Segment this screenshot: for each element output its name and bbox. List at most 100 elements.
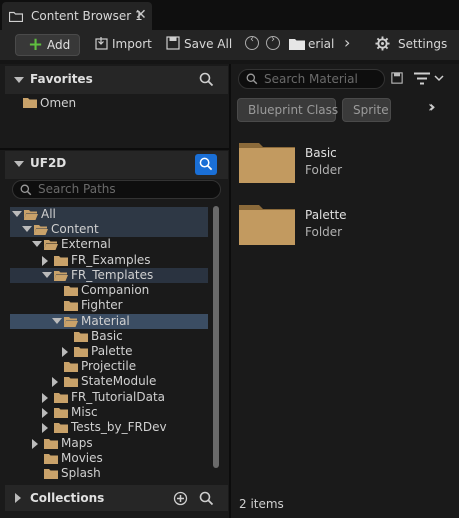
filter-chip-blueprint-class[interactable]: Blueprint Class: [237, 98, 339, 122]
asset-type: Folder: [305, 163, 343, 177]
folder-open-icon: [24, 210, 38, 220]
collapse-arrow-icon[interactable]: [12, 211, 22, 217]
folder-icon: [44, 469, 58, 479]
folder-icon: [64, 301, 78, 311]
search-icon[interactable]: [199, 491, 214, 506]
tree-item[interactable]: Content: [10, 222, 208, 237]
expand-arrow-icon[interactable]: [32, 439, 38, 449]
tree-item-label: Tests_by_FRDev: [71, 420, 167, 434]
folder-icon: [54, 408, 68, 418]
folder-open-icon: [64, 317, 78, 327]
tree-item[interactable]: Projectile: [10, 359, 208, 374]
tree-item-label: Basic: [91, 329, 123, 343]
tree-item[interactable]: Basic: [10, 329, 208, 344]
expand-arrow-icon[interactable]: [42, 423, 48, 433]
tree-item[interactable]: Splash: [10, 466, 208, 481]
filter-chip-sprite[interactable]: Sprite: [342, 98, 391, 122]
tree-item[interactable]: FR_TutorialData: [10, 390, 208, 405]
tree-item[interactable]: Misc: [10, 405, 208, 420]
tree-item-label: Movies: [61, 451, 103, 465]
gear-icon: [375, 36, 390, 51]
tree-item-label: Projectile: [81, 359, 137, 373]
expand-arrow-icon[interactable]: [15, 493, 21, 503]
expand-arrow-icon[interactable]: [42, 408, 48, 418]
folder-icon: [44, 454, 58, 464]
folder-icon: [74, 347, 88, 357]
expand-arrow-icon[interactable]: [42, 256, 48, 266]
asset-name: Palette: [305, 208, 347, 222]
folder-open-icon: [44, 240, 58, 250]
collapse-arrow-icon[interactable]: [22, 226, 32, 232]
tree-item[interactable]: Material: [10, 314, 208, 329]
filter-icon[interactable]: [414, 72, 430, 85]
folder-icon: [239, 205, 295, 245]
asset-name: Basic: [305, 146, 337, 160]
tree-item-label: Misc: [71, 405, 98, 419]
folder-icon: [64, 377, 78, 387]
folder-icon: [54, 256, 68, 266]
back-button[interactable]: ‹: [245, 34, 259, 50]
chevron-right-icon[interactable]: ›: [344, 33, 350, 52]
save-search-icon[interactable]: [391, 72, 403, 84]
folder-icon: [44, 439, 58, 449]
tree-item-label: FR_Examples: [71, 253, 151, 267]
tree-item[interactable]: FR_Templates: [10, 268, 208, 283]
tree-item-label: Fighter: [81, 298, 123, 312]
folder-icon: [239, 143, 295, 183]
filter-chip-label: Blueprint Class: [248, 103, 339, 117]
tree-item-label: FR_TutorialData: [71, 390, 166, 404]
add-collection-icon[interactable]: [173, 491, 188, 506]
folder-icon: [74, 332, 88, 342]
double-chevron-right-icon[interactable]: ››: [428, 97, 435, 116]
asset-type: Folder: [305, 225, 343, 239]
folder-open-icon: [34, 225, 48, 235]
tree-item-label: Content: [51, 222, 99, 236]
search-assets-input[interactable]: Search Material: [238, 69, 385, 89]
tree-item[interactable]: StateModule: [10, 374, 208, 389]
tree-item-label: FR_Templates: [71, 268, 154, 282]
tree-item[interactable]: All: [10, 207, 208, 222]
tree-item-label: Splash: [61, 466, 101, 480]
folder-icon: [64, 362, 78, 372]
tree-item-label: Maps: [61, 436, 93, 450]
collections-title: Collections: [30, 491, 105, 505]
tree-item[interactable]: External: [10, 237, 208, 252]
tree-item[interactable]: Fighter: [10, 298, 208, 313]
collapse-arrow-icon[interactable]: [52, 318, 62, 324]
folder-icon: [54, 393, 68, 403]
folder-icon: [54, 423, 68, 433]
path-tree: All Content External FR_Examples FR_Template…: [0, 0, 229, 518]
breadcrumb-segment[interactable]: erial: [308, 37, 334, 51]
collapse-arrow-icon[interactable]: [42, 272, 52, 278]
item-count: 2 items: [239, 497, 284, 511]
tree-item-label: All: [41, 207, 56, 221]
assets-panel: [231, 64, 459, 518]
tree-item-label: Companion: [81, 283, 150, 297]
search-icon: [246, 73, 258, 85]
asset-tile-palette[interactable]: Palette Folder: [238, 202, 347, 249]
tree-item[interactable]: FR_Examples: [10, 253, 208, 268]
folder-open-icon: [54, 271, 68, 281]
tree-item-label: Material: [81, 314, 130, 328]
tree-item-label: Palette: [91, 344, 133, 358]
expand-arrow-icon[interactable]: [52, 377, 58, 387]
tree-item-label: StateModule: [81, 374, 157, 388]
tree-item[interactable]: Tests_by_FRDev: [10, 420, 208, 435]
search-placeholder: Search Material: [264, 72, 358, 86]
tree-item-label: External: [61, 237, 111, 251]
chevron-down-icon[interactable]: [434, 75, 444, 82]
expand-arrow-icon[interactable]: [62, 347, 68, 357]
asset-tile-basic[interactable]: Basic Folder: [238, 140, 342, 187]
tree-item[interactable]: Movies: [10, 451, 208, 466]
tree-item[interactable]: Maps: [10, 436, 208, 451]
folder-icon: [289, 39, 305, 50]
tree-item[interactable]: Companion: [10, 283, 208, 298]
expand-arrow-icon[interactable]: [42, 393, 48, 403]
settings-button[interactable]: Settings: [398, 37, 447, 51]
collapse-arrow-icon[interactable]: [32, 241, 42, 247]
tree-item[interactable]: Palette: [10, 344, 208, 359]
forward-button[interactable]: ›: [266, 34, 280, 50]
tree-scrollbar[interactable]: [213, 206, 219, 468]
filter-chip-label: Sprite: [353, 103, 389, 117]
folder-icon: [64, 286, 78, 296]
